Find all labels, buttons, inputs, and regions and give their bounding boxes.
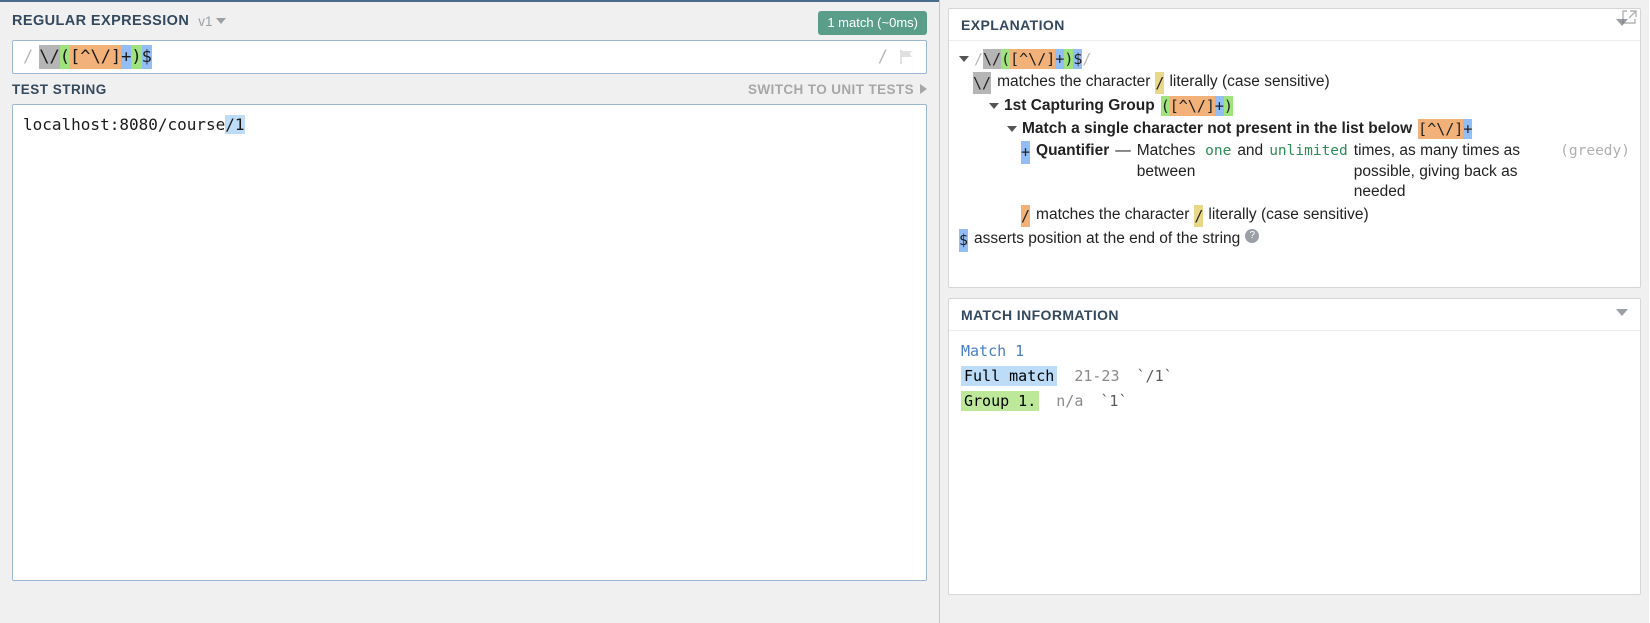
end-anchor-text: asserts position at the end of the strin…	[974, 230, 1241, 247]
quantifier-max: unlimited	[1269, 143, 1348, 159]
capturing-group-label: 1st Capturing Group	[1004, 97, 1155, 114]
match-information-panel: MATCH INFORMATION Match 1 Full match 21-…	[948, 10, 1641, 595]
explanation-root-row: /\/([^\/]+)$/	[959, 49, 1630, 70]
token-class-slash: /	[1021, 204, 1031, 227]
regex-token: [^\/]	[1418, 118, 1464, 139]
disclosure-triangle-icon[interactable]	[989, 103, 999, 109]
explanation-row-literal-slash: \/ matches the character / literally (ca…	[973, 71, 1630, 94]
token-literal-slash: /	[1194, 204, 1204, 227]
test-string-title: TEST STRING	[12, 81, 107, 97]
full-match-value: `/1`	[1136, 367, 1173, 385]
explanation-row-text: matches the character	[1036, 205, 1190, 223]
match-row-full: Full match 21-23 `/1`	[961, 364, 1628, 389]
explanation-row-quantifier: + Quantifier — Matches between one and u…	[1021, 141, 1630, 203]
quantifier-min: one	[1205, 143, 1232, 159]
regex-token: (	[59, 45, 70, 69]
explanation-row-capturing-group: 1st Capturing Group ([^\/]+)	[989, 96, 1630, 117]
disclosure-triangle-icon[interactable]	[1007, 125, 1017, 132]
token-literal-slash: /	[1155, 71, 1165, 94]
negated-class-pattern: [^\/]+	[1418, 118, 1473, 140]
explanation-row-end-anchor: $ asserts position at the end of the str…	[959, 229, 1630, 252]
regex-token: /	[974, 50, 984, 68]
flag-icon[interactable]	[898, 49, 916, 65]
token-dollar-anchor: $	[959, 229, 969, 252]
export-matches-icon[interactable]	[1621, 8, 1638, 33]
match-information-header: MATCH INFORMATION	[949, 299, 1640, 331]
test-string-before: localhost:8080/course	[23, 115, 226, 134]
explanation-panel: EXPLANATION /\/([^\/]+)$/ \/ matches the…	[948, 8, 1641, 288]
regex-token: [^\/]	[69, 45, 122, 69]
regex-token: +	[1463, 118, 1473, 139]
match-row-group1: Group 1. n/a `1`	[961, 389, 1628, 414]
regex-token: \/	[983, 49, 1002, 69]
regex-version-selector[interactable]: v1	[198, 13, 227, 29]
help-icon[interactable]: ?	[1245, 229, 1260, 243]
explanation-row-negated-class: Match a single character not present in …	[1007, 118, 1630, 140]
quantifier-greedy: (greedy)	[1560, 143, 1630, 159]
regex-delimiter-right: /	[877, 47, 888, 67]
regex-token: +	[121, 45, 132, 69]
regex-token: +	[1055, 49, 1065, 69]
arrow-right-icon	[920, 84, 927, 94]
regex-section-title: REGULAR EXPRESSION	[12, 13, 190, 29]
regex-token: [^\/]	[1169, 96, 1215, 116]
switch-to-unit-tests-button[interactable]: SWITCH TO UNIT TESTS	[748, 82, 927, 97]
regex-token: )	[1064, 49, 1074, 69]
match-information-title: MATCH INFORMATION	[961, 306, 1119, 323]
explanation-panel-header: EXPLANATION	[949, 9, 1640, 41]
explanation-pattern: /\/([^\/]+)$/	[974, 49, 1091, 70]
test-string-match-highlight: /1	[225, 115, 245, 134]
regex-token: \/	[39, 45, 60, 69]
negated-class-label: Match a single character not present in …	[1022, 119, 1413, 137]
regex-token: /	[1082, 50, 1092, 68]
match-count-badge: 1 match (~0ms)	[818, 11, 927, 35]
quantifier-text-c: times, as many times as possible, giving…	[1353, 142, 1521, 200]
switch-to-unit-tests-label: SWITCH TO UNIT TESTS	[748, 81, 914, 97]
disclosure-triangle-icon[interactable]	[959, 56, 969, 62]
regex-token: )	[1223, 96, 1233, 116]
match-index-label: Match 1	[961, 10, 1637, 364]
regex-token: +	[1214, 96, 1224, 116]
token-escaped-slash: \/	[973, 71, 992, 94]
right-pane: EXPLANATION /\/([^\/]+)$/ \/ matches the…	[940, 0, 1649, 623]
quantifier-text-b: and	[1237, 142, 1264, 159]
regex-pattern[interactable]: \/([^\/] +) $	[39, 45, 152, 69]
regex-input[interactable]: / \/([^\/] +) $ /	[12, 40, 927, 74]
group-1-label: Group 1.	[961, 391, 1040, 411]
group-1-value: `1`	[1100, 392, 1128, 410]
regex-section-header: REGULAR EXPRESSION v1 1 match (~0ms)	[0, 2, 939, 40]
token-plus-quantifier: +	[1021, 141, 1031, 164]
quantifier-text-a: Matches between	[1136, 142, 1196, 180]
left-pane: REGULAR EXPRESSION v1 1 match (~0ms) / \…	[0, 0, 940, 623]
regex-delimiter-left: /	[23, 47, 34, 67]
match-label: Match 1	[961, 342, 1025, 360]
explanation-row-class-slash: / matches the character / literally (cas…	[1021, 204, 1630, 227]
match-information-body: Match 1 Full match 21-23 `/1` Group 1. n…	[949, 10, 1640, 428]
explanation-body: /\/([^\/]+)$/ \/ matches the character /…	[949, 41, 1640, 264]
regex-token: (	[1001, 49, 1011, 69]
regex-token: )	[131, 45, 142, 69]
regex-tester-app: REGULAR EXPRESSION v1 1 match (~0ms) / \…	[0, 0, 1650, 623]
chevron-down-icon	[216, 18, 227, 24]
quantifier-dash: —	[1115, 142, 1131, 159]
regex-token: [^\/]	[1010, 49, 1056, 69]
test-string-header: TEST STRING SWITCH TO UNIT TESTS	[0, 74, 939, 104]
chevron-down-icon[interactable]	[1616, 309, 1628, 316]
test-string-input[interactable]: localhost:8080/course/1	[12, 104, 927, 581]
regex-token: (	[1160, 96, 1170, 116]
full-match-label: Full match	[961, 366, 1058, 386]
group-1-range: n/a	[1056, 392, 1084, 410]
explanation-title: EXPLANATION	[961, 16, 1065, 33]
regex-version-label: v1	[198, 13, 213, 29]
regex-token: $	[141, 45, 152, 69]
quantifier-label: Quantifier	[1036, 142, 1110, 159]
full-match-range: 21-23	[1074, 367, 1120, 385]
explanation-row-text-tail: literally (case sensitive)	[1169, 72, 1330, 90]
explanation-row-text-tail: literally (case sensitive)	[1208, 205, 1369, 223]
explanation-row-text: matches the character	[997, 72, 1151, 90]
capturing-group-pattern: ([^\/]+)	[1160, 96, 1233, 117]
